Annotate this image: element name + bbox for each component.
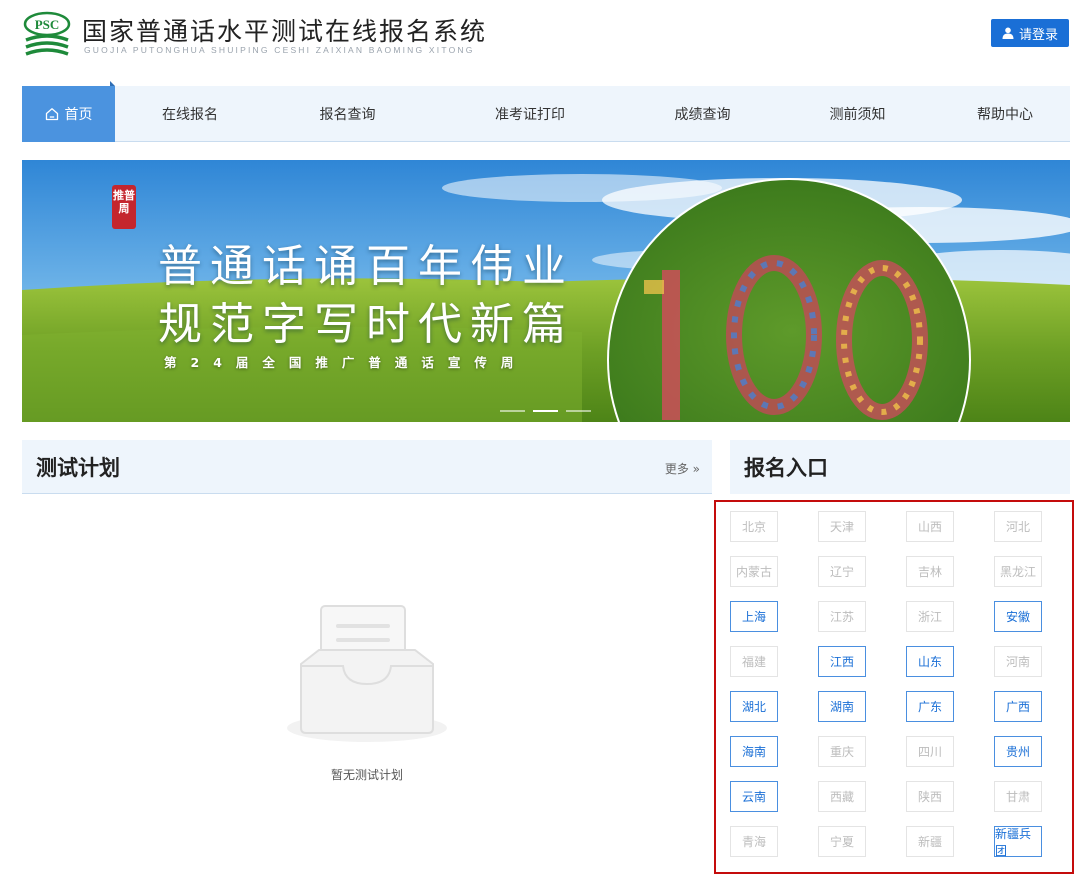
nav-label: 首页 [64,107,93,123]
banner-slogan-line1: 普通话诵百年伟业 [158,241,574,292]
province-button: 青海 [730,826,778,857]
more-link[interactable]: 更多 » [665,460,700,477]
province-button: 甘肃 [994,781,1042,812]
user-icon [1002,27,1014,39]
province-button: 宁夏 [818,826,866,857]
province-button: 天津 [818,511,866,542]
province-button: 河南 [994,646,1042,677]
site-subtitle: GUOJIA PUTONGHUA SHUIPING CESHI ZAIXIAN … [84,45,475,55]
province-button: 浙江 [906,601,954,632]
psc-logo-icon: PSC [23,11,71,56]
province-button: 西藏 [818,781,866,812]
province-button[interactable]: 云南 [730,781,778,812]
province-button[interactable]: 江西 [818,646,866,677]
province-button: 辽宁 [818,556,866,587]
province-button: 北京 [730,511,778,542]
nav-item-score-query[interactable]: 成绩查询 [630,86,775,142]
carousel-indicators [500,410,591,412]
province-button[interactable]: 贵州 [994,736,1042,767]
province-button[interactable]: 海南 [730,736,778,767]
province-button[interactable]: 山东 [906,646,954,677]
site-header: PSC 国家普通话水平测试在线报名系统 GUOJIA PUTONGHUA SHU… [0,0,1080,75]
province-button[interactable]: 广西 [994,691,1042,722]
registration-header: 报名入口 [730,440,1070,494]
province-button[interactable]: 新疆兵团 [994,826,1042,858]
main-nav: 首页 在线报名 报名查询 准考证打印 成绩查询 测前须知 帮助中心 [22,81,1070,142]
banner-slogan-line2: 规范字写时代新篇 [158,299,574,350]
test-plan-header: 测试计划 更多 » [22,440,712,494]
province-button: 陕西 [906,781,954,812]
province-button: 福建 [730,646,778,677]
province-button[interactable]: 安徽 [994,601,1042,632]
login-label: 请登录 [1018,27,1058,43]
province-button: 吉林 [906,556,954,587]
province-button: 黑龙江 [994,556,1042,587]
registration-title: 报名入口 [744,456,828,480]
province-button: 重庆 [818,736,866,767]
site-title: 国家普通话水平测试在线报名系统 [82,17,488,46]
nav-item-admission-ticket[interactable]: 准考证打印 [430,86,630,142]
province-button: 四川 [906,736,954,767]
province-button[interactable]: 湖北 [730,691,778,722]
test-plan-title: 测试计划 [36,456,120,480]
province-button: 内蒙古 [730,556,778,587]
nav-item-online-registration[interactable]: 在线报名 [115,86,265,142]
svg-text:PSC: PSC [35,17,60,32]
empty-inbox-icon [287,605,447,742]
nav-item-registration-query[interactable]: 报名查询 [265,86,430,142]
carousel-dot[interactable] [533,410,558,412]
carousel-dot[interactable] [566,410,591,412]
home-icon [45,108,58,121]
province-button[interactable]: 上海 [730,601,778,632]
empty-plan-text: 暂无测试计划 [330,768,403,782]
nav-item-help-center[interactable]: 帮助中心 [940,86,1070,142]
province-button[interactable]: 湖南 [818,691,866,722]
province-button: 新疆 [906,826,954,857]
nav-item-home[interactable]: 首页 [22,81,115,142]
province-button: 山西 [906,511,954,542]
province-grid: 北京 天津 山西 河北内蒙古 辽宁 吉林 黑龙江上海 江苏 浙江 安徽福建 江西 山东 河南湖北 湖南 广东… [714,500,1074,874]
banner-slogan-line3: 第24届全国推广普通话宣传周 [164,355,528,370]
province-button: 江苏 [818,601,866,632]
province-button[interactable]: 广东 [906,691,954,722]
tuipu-week-seal: 推普周 [112,185,136,229]
province-button: 河北 [994,511,1042,542]
carousel-dot[interactable] [500,410,525,412]
login-button[interactable]: 请登录 [991,19,1069,47]
nav-item-test-notice[interactable]: 测前须知 [775,86,940,142]
banner-carousel[interactable]: 推普周 普通话诵百年伟业 规范字写时代新篇 第24届全国推广普通话宣传周 [22,160,1070,422]
